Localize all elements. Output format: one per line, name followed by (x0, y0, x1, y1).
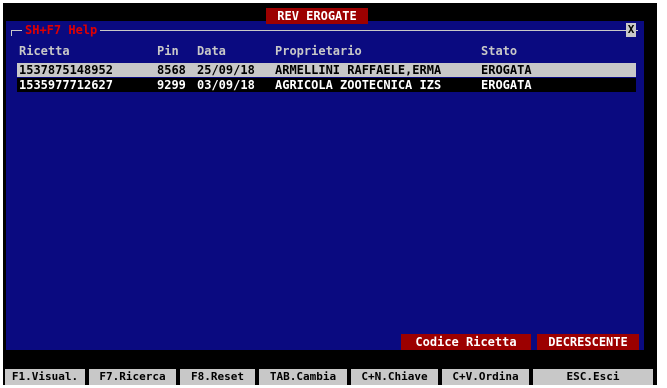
column-header-data[interactable]: Data (197, 44, 267, 58)
window-title: REV EROGATE (266, 8, 368, 24)
cell-pin: 9299 (157, 78, 186, 92)
column-header-pin[interactable]: Pin (157, 44, 195, 58)
fkey-esci[interactable]: ESC.Esci (533, 369, 653, 385)
table-header: Ricetta Pin Data Proprietario Stato (17, 44, 636, 58)
table-row-selected[interactable]: 1537875148952 8568 25/09/18 ARMELLINI RA… (17, 63, 636, 77)
cell-ricetta: 1535977712627 (19, 78, 113, 92)
column-header-stato[interactable]: Stato (481, 44, 581, 58)
column-header-ricetta[interactable]: Ricetta (19, 44, 155, 58)
help-hint[interactable]: SH+F7 Help (22, 23, 101, 37)
fkey-ricerca[interactable]: F7.Ricerca (89, 369, 176, 385)
fkey-ordina[interactable]: C+V.Ordina (442, 369, 529, 385)
column-header-proprietario[interactable]: Proprietario (275, 44, 483, 58)
function-key-bar: F1.Visual. F7.Ricerca F8.Reset TAB.Cambi… (3, 369, 657, 385)
cell-proprietario: ARMELLINI RAFFAELE,ERMA (275, 63, 442, 77)
panel-border-top (11, 30, 638, 31)
sort-direction-indicator[interactable]: DECRESCENTE (537, 334, 639, 350)
fkey-reset[interactable]: F8.Reset (180, 369, 255, 385)
table-row[interactable]: 1535977712627 9299 03/09/18 AGRICOLA ZOO… (17, 78, 636, 92)
cell-pin: 8568 (157, 63, 186, 77)
cell-proprietario: AGRICOLA ZOOTECNICA IZS (275, 78, 442, 92)
fkey-chiave[interactable]: C+N.Chiave (351, 369, 438, 385)
cell-stato: EROGATA (481, 78, 532, 92)
cell-ricetta: 1537875148952 (19, 63, 113, 77)
panel-border-left (11, 30, 12, 36)
fkey-cambia[interactable]: TAB.Cambia (259, 369, 347, 385)
sort-field-indicator[interactable]: Codice Ricetta (401, 334, 531, 350)
fkey-visual[interactable]: F1.Visual. (5, 369, 85, 385)
cell-stato: EROGATA (481, 63, 532, 77)
close-icon[interactable]: X (626, 23, 636, 37)
cell-data: 03/09/18 (197, 78, 255, 92)
cell-data: 25/09/18 (197, 63, 255, 77)
